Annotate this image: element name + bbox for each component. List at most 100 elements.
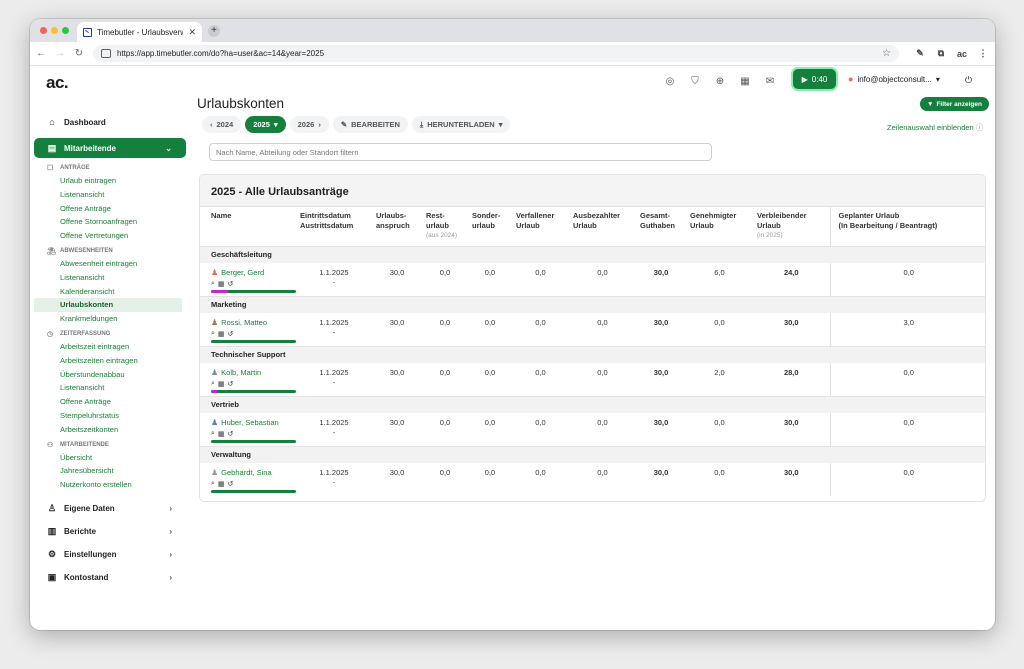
- sidebar-link[interactable]: Arbeitszeitkonten: [34, 423, 186, 437]
- download-dropdown[interactable]: ⤓ HERUNTERLADEN ▾: [411, 116, 511, 133]
- sidebar-link[interactable]: Listenansicht: [34, 381, 186, 395]
- col-ausbezahlt[interactable]: Ausbezahlter Urlaub: [569, 207, 636, 246]
- app-content: ac. ◎ ⛉ ⊕ ▦ ✉ ▶ 0:40 ● info@objectconsul…: [30, 66, 995, 630]
- col-verbleibend[interactable]: Verbleibender Urlaub (in 2025): [753, 207, 830, 246]
- edit-button[interactable]: ✎ BEARBEITEN: [332, 116, 408, 133]
- col-anspruch[interactable]: Urlaubs-anspruch: [372, 207, 422, 246]
- sidebar-link[interactable]: Überstundenabbau: [34, 368, 186, 382]
- history-icon[interactable]: ↺: [228, 380, 234, 388]
- sidebar-link[interactable]: Offene Vertretungen: [34, 229, 186, 243]
- magnifier-icon[interactable]: ⌕: [211, 280, 215, 288]
- calendar-icon[interactable]: ▦: [218, 430, 225, 438]
- sidebar-link[interactable]: Listenansicht: [34, 271, 186, 285]
- vacation-progress-bar: [211, 490, 296, 493]
- forward-arrow-icon[interactable]: →: [55, 48, 65, 59]
- employee-link[interactable]: ♟ Berger, Gerd: [211, 268, 292, 277]
- new-tab-button[interactable]: +: [208, 25, 220, 37]
- wallet-icon: ▣: [47, 571, 57, 582]
- col-name[interactable]: Name: [200, 207, 296, 246]
- search-input[interactable]: [209, 143, 712, 161]
- sidebar-link[interactable]: Offene Stornoanfragen: [34, 215, 186, 229]
- globe-icon[interactable]: ⊕: [714, 76, 726, 88]
- sidebar-link[interactable]: Arbeitszeit eintragen: [34, 340, 186, 354]
- inbox-icon[interactable]: ✉: [764, 76, 776, 88]
- maximize-window-button[interactable]: [62, 27, 69, 34]
- card-title: 2025 - Alle Urlaubsanträge: [200, 175, 985, 207]
- magnifier-icon[interactable]: ⌕: [211, 330, 215, 338]
- sidebar-link-urlaubskonten[interactable]: Urlaubskonten: [34, 298, 182, 313]
- sidebar-link[interactable]: Offene Anträge: [34, 202, 186, 216]
- site-settings-icon[interactable]: [101, 49, 111, 58]
- history-icon[interactable]: ↺: [228, 330, 234, 338]
- menu-kebab-icon[interactable]: ⋮: [977, 48, 989, 59]
- calendar-icon[interactable]: ▦: [218, 330, 225, 338]
- profile-avatar-icon[interactable]: ac: [956, 49, 968, 59]
- employee-link[interactable]: ♟ Kolb, Martin: [211, 368, 292, 377]
- magnifier-icon[interactable]: ⌕: [211, 380, 215, 388]
- year-prev-button[interactable]: ‹ 2024: [202, 116, 242, 133]
- calendar-icon[interactable]: ▦: [218, 380, 225, 388]
- calendar-icon[interactable]: ▦: [218, 280, 225, 288]
- sidebar-link[interactable]: Kalenderansicht: [34, 285, 186, 299]
- col-genehmigt[interactable]: Genehmigter Urlaub: [686, 207, 753, 246]
- col-verfallen[interactable]: Verfallener Urlaub: [512, 207, 569, 246]
- beach-umbrella-icon: ⛱: [47, 247, 56, 255]
- calendar-icon[interactable]: ▦: [739, 76, 751, 88]
- logout-power-icon[interactable]: ⏻: [965, 75, 972, 86]
- sidebar-link[interactable]: Stempeluhrstatus: [34, 409, 186, 423]
- bookmark-star-icon[interactable]: ☆: [882, 48, 891, 59]
- col-sonder[interactable]: Sonder-urlaub: [468, 207, 512, 246]
- tab-close-icon[interactable]: ✕: [188, 27, 196, 38]
- sidebar-link[interactable]: Übersicht: [34, 451, 186, 465]
- magnifier-icon[interactable]: ⌕: [211, 430, 215, 438]
- sidebar-link[interactable]: Jahresübersicht: [34, 464, 186, 478]
- sidebar-link[interactable]: Arbeitszeiten eintragen: [34, 354, 186, 368]
- chevron-left-icon: ‹: [210, 120, 213, 129]
- app-logo[interactable]: ac.: [46, 73, 69, 93]
- puzzle-extensions-icon[interactable]: ⧉: [935, 48, 947, 59]
- row-selection-toggle[interactable]: Zeilenauswahl einblenden ⓘ: [887, 122, 983, 133]
- url-text[interactable]: https://app.timebutler.com/do?ha=user&ac…: [117, 49, 876, 58]
- address-bar[interactable]: https://app.timebutler.com/do?ha=user&ac…: [93, 45, 899, 62]
- pen-extension-icon[interactable]: ✎: [914, 48, 926, 59]
- back-arrow-icon[interactable]: ←: [36, 48, 46, 59]
- history-icon[interactable]: ↺: [228, 430, 234, 438]
- employee-link[interactable]: ♟ Huber, Sebastian: [211, 418, 292, 427]
- sidebar-item-berichte[interactable]: ▥ Berichte ›: [34, 520, 186, 543]
- reload-icon[interactable]: ↻: [74, 48, 84, 59]
- history-icon[interactable]: ↺: [228, 480, 234, 488]
- sidebar-item-eigene-daten[interactable]: ♙ Eigene Daten ›: [34, 497, 186, 520]
- sidebar-item-kontostand[interactable]: ▣ Kontostand ›: [34, 566, 186, 589]
- minimize-window-button[interactable]: [51, 27, 58, 34]
- employee-link[interactable]: ♟ Gebhardt, Sina: [211, 468, 292, 477]
- shield-icon[interactable]: ⛉: [689, 76, 701, 88]
- history-icon[interactable]: ↺: [228, 280, 234, 288]
- ausbezahlt-cell: 0,0: [597, 268, 608, 277]
- magnifier-icon[interactable]: ⌕: [211, 480, 215, 488]
- stopwatch-timer-button[interactable]: ▶ 0:40: [793, 69, 836, 89]
- year-next-button[interactable]: 2026 ›: [289, 116, 329, 133]
- sidebar-link[interactable]: Krankmeldungen: [34, 312, 186, 326]
- sidebar-item-dashboard[interactable]: ⌂ Dashboard: [34, 112, 186, 132]
- filter-show-button[interactable]: ▼ Filter anzeigen: [920, 97, 989, 111]
- col-gesamt[interactable]: Gesamt- Guthaben: [636, 207, 686, 246]
- col-geplant[interactable]: Geplanter Urlaub (In Bearbeitung / Beantr…: [829, 207, 985, 246]
- support-lifebuoy-icon[interactable]: ◎: [664, 76, 676, 88]
- close-window-button[interactable]: [40, 27, 47, 34]
- calendar-icon[interactable]: ▦: [218, 480, 225, 488]
- browser-tab[interactable]: Timebutler - Urlaubsverwaltu... ✕: [77, 22, 202, 42]
- sidebar-link[interactable]: Urlaub eintragen: [34, 174, 186, 188]
- sidebar-item-mitarbeitende[interactable]: ▤ Mitarbeitende ⌄: [34, 138, 186, 158]
- sidebar-link[interactable]: Listenansicht: [34, 188, 186, 202]
- user-menu[interactable]: ● info@objectconsult... ▾: [848, 74, 940, 84]
- year-current-dropdown[interactable]: 2025 ▾: [245, 116, 286, 133]
- sidebar-link[interactable]: Abwesenheit eintragen: [34, 257, 186, 271]
- sidebar-link[interactable]: Nutzerkonto erstellen: [34, 478, 186, 492]
- employee-link[interactable]: ♟ Rossi, Matteo: [211, 318, 292, 327]
- entry-exit-cell: 1.1.2025-: [319, 468, 349, 487]
- col-dates[interactable]: Eintrittsdatum Austrittsdatum: [296, 207, 372, 246]
- caret-down-icon: ▾: [935, 74, 940, 84]
- sidebar-item-einstellungen[interactable]: ⚙ Einstellungen ›: [34, 543, 186, 566]
- col-rest[interactable]: Rest-urlaub (aus 2024): [422, 207, 468, 246]
- sidebar-link[interactable]: Offene Anträge: [34, 395, 186, 409]
